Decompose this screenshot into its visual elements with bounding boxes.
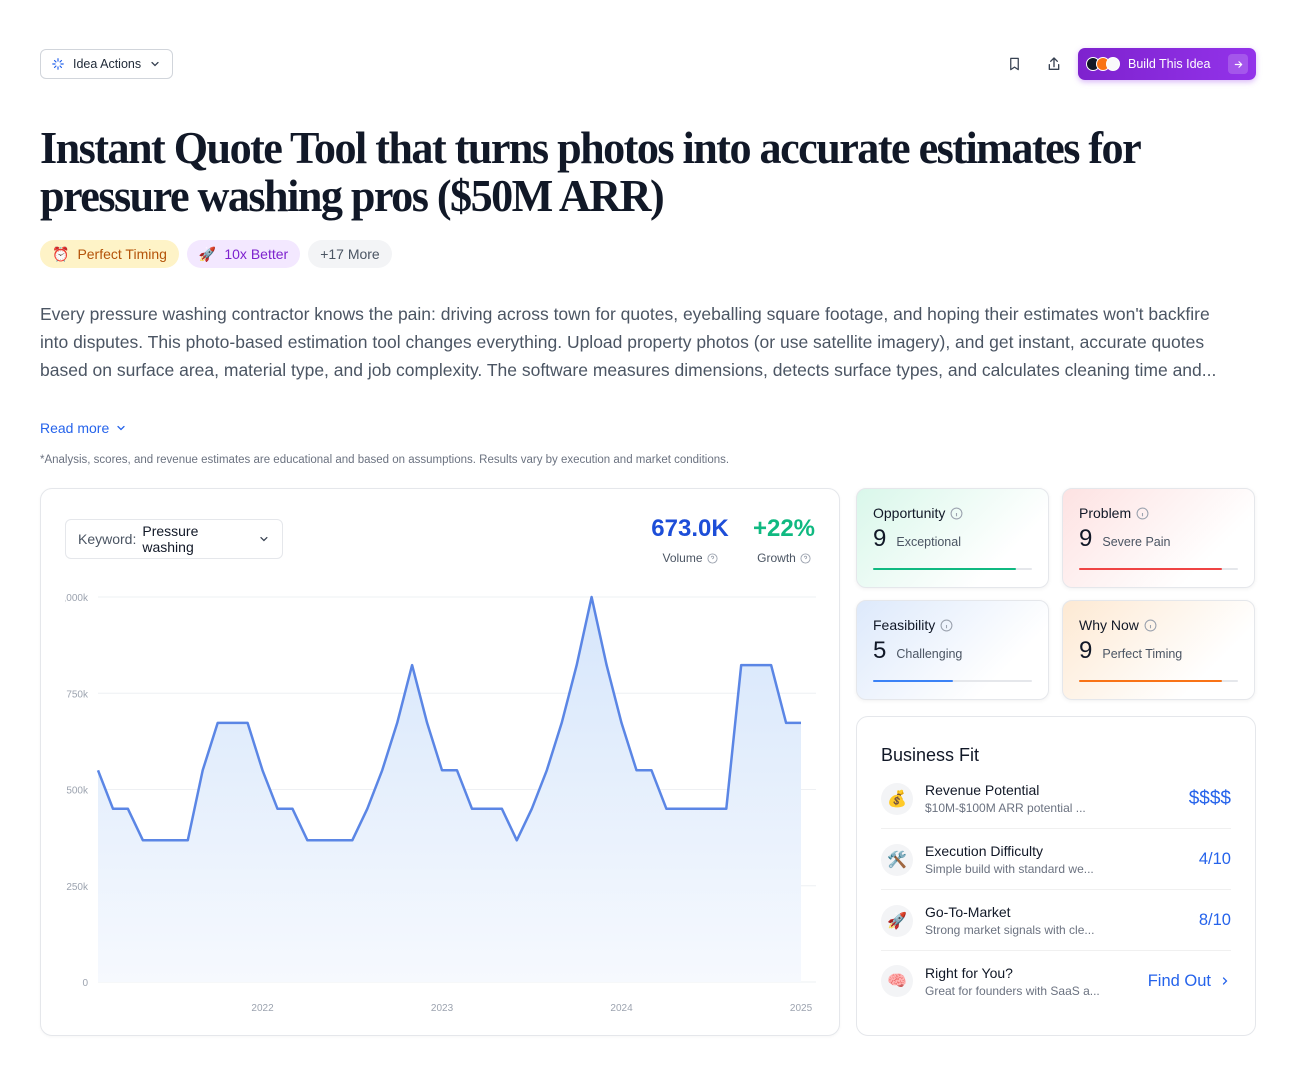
score-desc: Exceptional — [896, 535, 961, 549]
biz-row-value: $$$$ — [1189, 788, 1231, 810]
rocket-icon: 🚀 — [881, 904, 913, 937]
info-icon[interactable] — [950, 507, 963, 520]
score-bar — [1079, 568, 1238, 570]
chevron-down-icon — [151, 61, 159, 67]
chevron-down-icon — [117, 425, 125, 431]
idea-actions-label: Idea Actions — [73, 57, 142, 71]
idea-actions-dropdown[interactable]: Idea Actions — [40, 49, 173, 79]
score-label: Feasibility — [873, 617, 936, 633]
score-label: Opportunity — [873, 505, 946, 521]
biz-row-sub: Strong market signals with cle... — [925, 923, 1095, 937]
biz-row-sub: Great for founders with SaaS a... — [925, 983, 1100, 998]
tag-label: +17 More — [320, 246, 380, 262]
score-bar — [873, 568, 1032, 570]
score-desc: Perfect Timing — [1102, 647, 1183, 661]
tag-label: 10x Better — [224, 246, 289, 262]
business-fit-card: Business Fit 💰 Revenue Potential $10M-$10… — [856, 716, 1256, 1036]
tool-avatars — [1086, 57, 1120, 71]
score-bar-fill — [1079, 680, 1223, 682]
biz-row-execution-difficulty[interactable]: 🛠️ Execution Difficulty Simple build with… — [881, 830, 1231, 890]
bookmark-icon — [1009, 57, 1019, 71]
biz-row-go-to-market[interactable]: 🚀 Go-To-Market Strong market signals with… — [881, 891, 1231, 951]
score-card-why-now[interactable]: Why Now 9 Perfect Timing — [1062, 600, 1255, 700]
biz-row-value: 8/10 — [1199, 911, 1231, 930]
rocket-icon: 🚀 — [198, 245, 217, 262]
score-bar — [873, 680, 1032, 682]
score-value: 9 — [1079, 637, 1093, 664]
share-button[interactable] — [1044, 54, 1064, 74]
y-tick-label: 500k — [66, 786, 89, 797]
disclaimer: *Analysis, scores, and revenue estimates… — [40, 454, 730, 466]
tools-icon: 🛠️ — [881, 843, 913, 876]
gtm-value: 8/10 — [1198, 911, 1231, 929]
score-bar-fill — [873, 568, 1017, 570]
alarm-clock-icon: ⏰ — [52, 245, 70, 262]
tag-10x-better[interactable]: 🚀 10x Better — [186, 240, 301, 268]
arrow-right-icon — [1228, 54, 1248, 74]
score-value: 9 — [1079, 525, 1093, 552]
keyword-trend-card: Keyword: Pressure washing 673.0K Volume … — [40, 488, 840, 1036]
score-desc: Severe Pain — [1102, 535, 1171, 549]
score-desc: Challenging — [896, 647, 963, 661]
score-bar — [1079, 680, 1238, 682]
business-fit-title: Business Fit — [881, 745, 980, 765]
biz-row-title: Right for You? — [925, 964, 1013, 981]
score-bar-fill — [1079, 568, 1223, 570]
share-icon — [1048, 57, 1060, 70]
biz-row-revenue-potential[interactable]: 💰 Revenue Potential $10M-$100M ARR potent… — [881, 769, 1231, 829]
tag-label: Perfect Timing — [77, 246, 167, 262]
biz-row-title: Go-To-Market — [925, 904, 1011, 920]
y-tick-label: 0 — [82, 978, 88, 989]
page-title: Instant Quote Tool that turns photos int… — [40, 122, 1141, 221]
revenue-value: $$$$ — [1188, 787, 1231, 809]
biz-row-sub: Simple build with standard we... — [925, 862, 1094, 876]
find-out-label: Find Out — [1147, 971, 1211, 990]
biz-row-title: Revenue Potential — [925, 782, 1040, 798]
biz-row-right-for-you[interactable]: 🧠 Right for You? Great for founders with … — [881, 951, 1231, 1011]
info-icon[interactable] — [940, 619, 953, 632]
bookmark-button[interactable] — [1004, 54, 1024, 74]
chevron-right-icon — [1222, 977, 1228, 985]
y-tick-label: 1,000k — [58, 593, 89, 604]
money-bag-icon: 💰 — [881, 782, 913, 815]
score-bar-fill — [873, 680, 953, 682]
x-tick-label: 2024 — [610, 1003, 633, 1014]
info-icon[interactable] — [1136, 507, 1149, 520]
score-card-feasibility[interactable]: Feasibility 5 Challenging — [856, 600, 1049, 700]
find-out-link[interactable]: Find Out — [1148, 972, 1231, 991]
x-tick-label: 2022 — [251, 1003, 274, 1014]
x-tick-label: 2025 — [790, 1003, 813, 1014]
biz-row-value: 4/10 — [1199, 850, 1231, 869]
y-tick-label: 250k — [66, 882, 89, 893]
brain-icon: 🧠 — [881, 965, 913, 997]
x-tick-label: 2023 — [431, 1003, 454, 1014]
difficulty-value: 4/10 — [1198, 850, 1231, 868]
tag-list: ⏰ Perfect Timing 🚀 10x Better +17 More — [40, 240, 392, 268]
biz-row-sub: $10M-$100M ARR potential ... — [925, 801, 1086, 815]
score-label: Problem — [1079, 505, 1132, 521]
score-value: 5 — [873, 637, 887, 664]
trend-chart: 1,000k 750k 500k 250k 0 2022 2023 2024 2025 — [58, 593, 816, 1014]
tag-more[interactable]: +17 More — [308, 240, 392, 268]
sparkle-icon — [52, 58, 64, 70]
build-this-idea-button[interactable]: Build This Idea — [1078, 48, 1256, 80]
score-value: 9 — [873, 525, 887, 552]
score-card-opportunity[interactable]: Opportunity 9 Exceptional — [856, 488, 1049, 588]
idea-description: Every pressure washing contractor knows … — [40, 304, 1217, 380]
score-card-problem[interactable]: Problem 9 Severe Pain — [1062, 488, 1255, 588]
avatar — [1106, 57, 1120, 71]
y-tick-label: 750k — [66, 689, 89, 700]
info-icon[interactable] — [1144, 619, 1157, 632]
biz-row-title: Execution Difficulty — [925, 843, 1044, 859]
build-label: Build This Idea — [1128, 57, 1211, 71]
score-label: Why Now — [1079, 617, 1139, 633]
tag-perfect-timing[interactable]: ⏰ Perfect Timing — [40, 240, 179, 268]
read-more-link[interactable]: Read more — [40, 420, 127, 436]
read-more-label: Read more — [40, 420, 110, 436]
